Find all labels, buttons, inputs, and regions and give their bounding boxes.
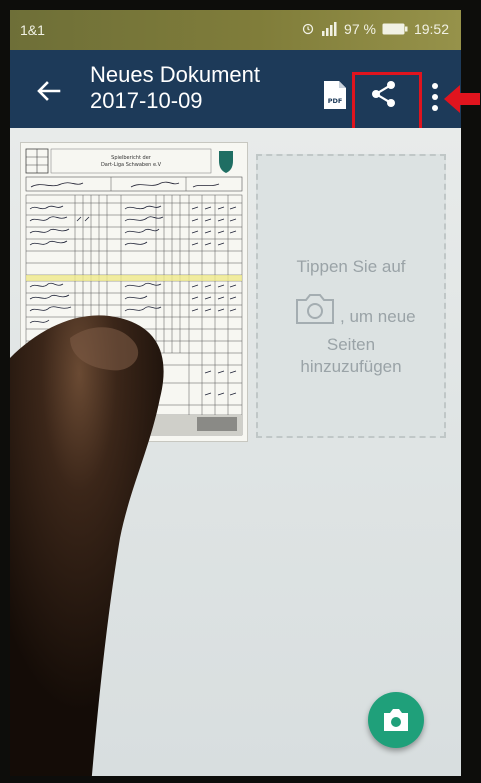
camera-icon [384,709,408,731]
app-bar: Neues Dokument 2017-10-09 PDF [10,50,461,144]
add-page-text-3: Seiten [326,335,376,354]
page-list: Spielbericht der Dart-Liga Schwaben e.V [10,128,461,776]
carrier-label: 1&1 [20,22,45,38]
document-page-thumbnail[interactable]: Spielbericht der Dart-Liga Schwaben e.V [20,142,248,442]
phone-screen: 1&1 97 % 19:52 Neues Dokument 2017-10-09… [10,10,461,776]
document-title: Neues Dokument 2017-10-09 [90,62,260,114]
title-line-2: 2017-10-09 [90,88,203,113]
doc-header-line1: Spielbericht der [111,155,152,161]
battery-icon [382,23,408,35]
add-page-text-1: Tippen Sie auf [296,257,406,276]
battery-percent: 97 % [344,21,376,37]
svg-text:PDF: PDF [328,97,343,105]
doc-header-line2: Dart-Liga Schwaben e.V [101,162,162,168]
add-page-placeholder[interactable]: Tippen Sie auf , um neue Seiten hinzuzuf… [256,154,446,438]
signal-icon [322,22,337,36]
league-logo [219,151,233,173]
add-page-text-2: , um neue [340,307,416,326]
scoresheet-image: Spielbericht der Dart-Liga Schwaben e.V [25,148,243,436]
red-arrow-annotation [444,85,480,113]
arrow-back-icon[interactable] [34,76,64,106]
status-bar: 1&1 97 % 19:52 [10,10,461,50]
camera-fab-button[interactable] [368,692,424,748]
share-icon[interactable] [366,76,402,112]
add-page-text-4: hinzuzufügen [300,357,402,376]
more-vertical-icon[interactable] [428,80,442,114]
camera-outline-icon [296,294,334,324]
alarm-icon [302,23,314,35]
title-line-1: Neues Dokument [90,62,260,87]
pdf-icon[interactable]: PDF [322,80,348,110]
status-icons: 97 % 19:52 [302,21,449,37]
clock: 19:52 [413,21,449,37]
